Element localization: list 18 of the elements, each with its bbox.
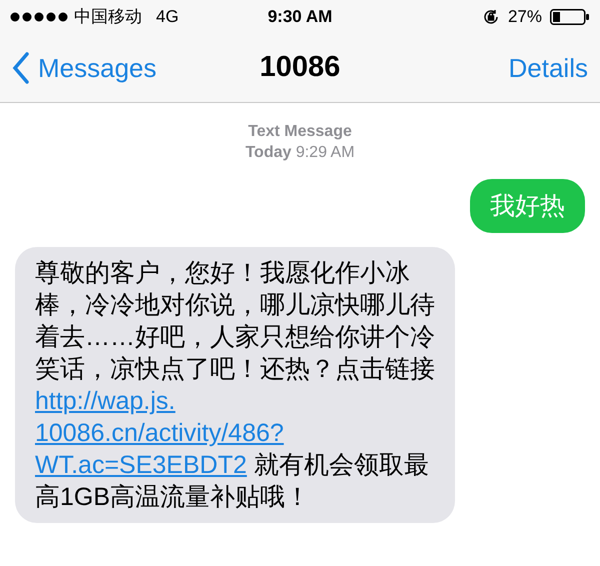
message-link[interactable]: 10086.cn/activity/486? — [35, 419, 284, 447]
back-button[interactable]: Messages — [12, 48, 156, 88]
details-button[interactable]: Details — [508, 48, 588, 88]
chevron-left-icon — [12, 52, 30, 84]
received-message-bubble: 尊敬的客户，您好！我愿化作小冰棒，冷冷地对你说，哪儿凉快哪儿待着去……好吧，人家只想给你讲个冷笑话，凉快点了吧！还热？点击链接 http://wap.js. 10086.cn/activity/486? WT.ac=SE3EBDT2 就有机会领取最高1GB高温流量补贴哦！ — [15, 247, 455, 523]
carrier-name: 中国移动 — [74, 6, 142, 28]
message-type-label: Text Message — [248, 122, 352, 142]
message-link[interactable]: WT.ac=SE3EBDT2 — [35, 451, 247, 479]
rotation-lock-icon — [482, 8, 500, 26]
signal-icon — [10, 12, 68, 22]
battery-percent: 27% — [508, 6, 542, 28]
message-link[interactable]: http://wap.js. — [35, 387, 176, 415]
status-time: 9:30 AM — [268, 6, 332, 28]
network-type: 4G — [156, 6, 179, 28]
conversation-title: 10086 — [260, 50, 340, 86]
battery-icon — [550, 9, 590, 25]
message-timestamp: Today 9:29 AM — [245, 143, 355, 163]
sent-message-bubble: 我好热 — [470, 179, 585, 233]
